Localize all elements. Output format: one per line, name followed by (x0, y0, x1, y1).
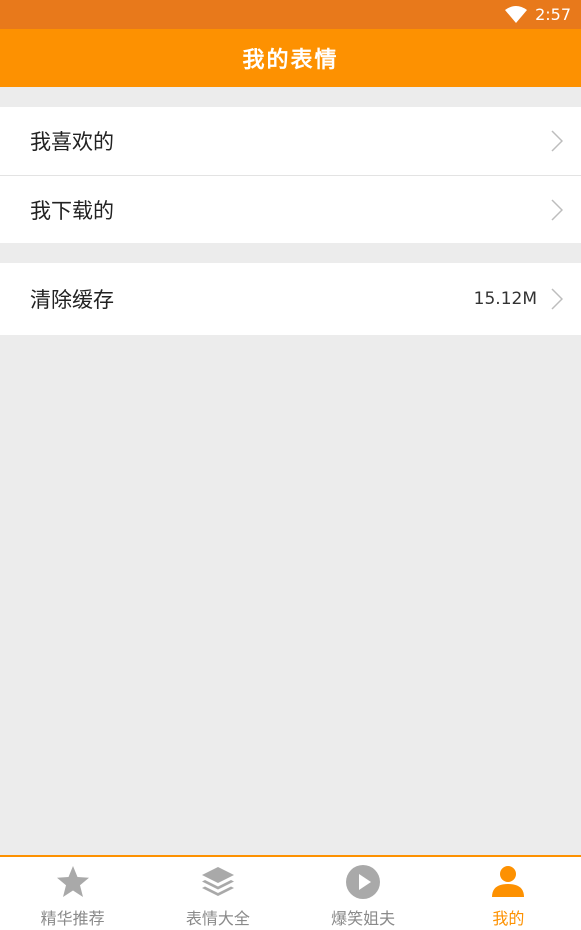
status-time: 2:57 (535, 5, 571, 24)
user-icon (492, 866, 525, 897)
tab-featured[interactable]: 精华推荐 (0, 857, 145, 930)
star-icon (56, 866, 89, 897)
wifi-icon (505, 5, 528, 23)
cache-size-value: 15.12M (473, 289, 537, 309)
chevron-right-icon (551, 288, 563, 310)
page-title: 我的表情 (242, 48, 339, 73)
tab-label: 我的 (492, 909, 525, 928)
menu-group-collections: 我喜欢的 我下载的 (0, 107, 581, 243)
menu-group-cache: 清除缓存 15.12M (0, 263, 581, 335)
bottom-tab-bar: 精华推荐 表情大全 爆笑姐夫 我的 (0, 855, 581, 930)
chevron-right-icon (551, 198, 563, 221)
menu-item-label: 我喜欢的 (30, 130, 114, 154)
tab-all-stickers[interactable]: 表情大全 (145, 857, 290, 930)
status-bar: 2:57 (0, 0, 581, 29)
chevron-right-icon (551, 130, 563, 152)
tab-funny-videos[interactable]: 爆笑姐夫 (291, 857, 436, 930)
tab-mine[interactable]: 我的 (436, 857, 581, 930)
menu-item-label: 我下载的 (30, 198, 114, 223)
menu-item-favorites[interactable]: 我喜欢的 (0, 107, 581, 175)
page-header: 我的表情 (0, 29, 581, 87)
menu-item-downloads[interactable]: 我下载的 (0, 175, 581, 243)
menu-item-label: 清除缓存 (30, 288, 114, 312)
tab-label: 表情大全 (185, 909, 250, 928)
tab-label: 精华推荐 (40, 909, 105, 928)
layers-icon (201, 867, 234, 896)
tab-label: 爆笑姐夫 (331, 909, 396, 928)
play-icon (346, 865, 381, 899)
menu-item-clear-cache[interactable]: 清除缓存 15.12M (0, 263, 581, 335)
